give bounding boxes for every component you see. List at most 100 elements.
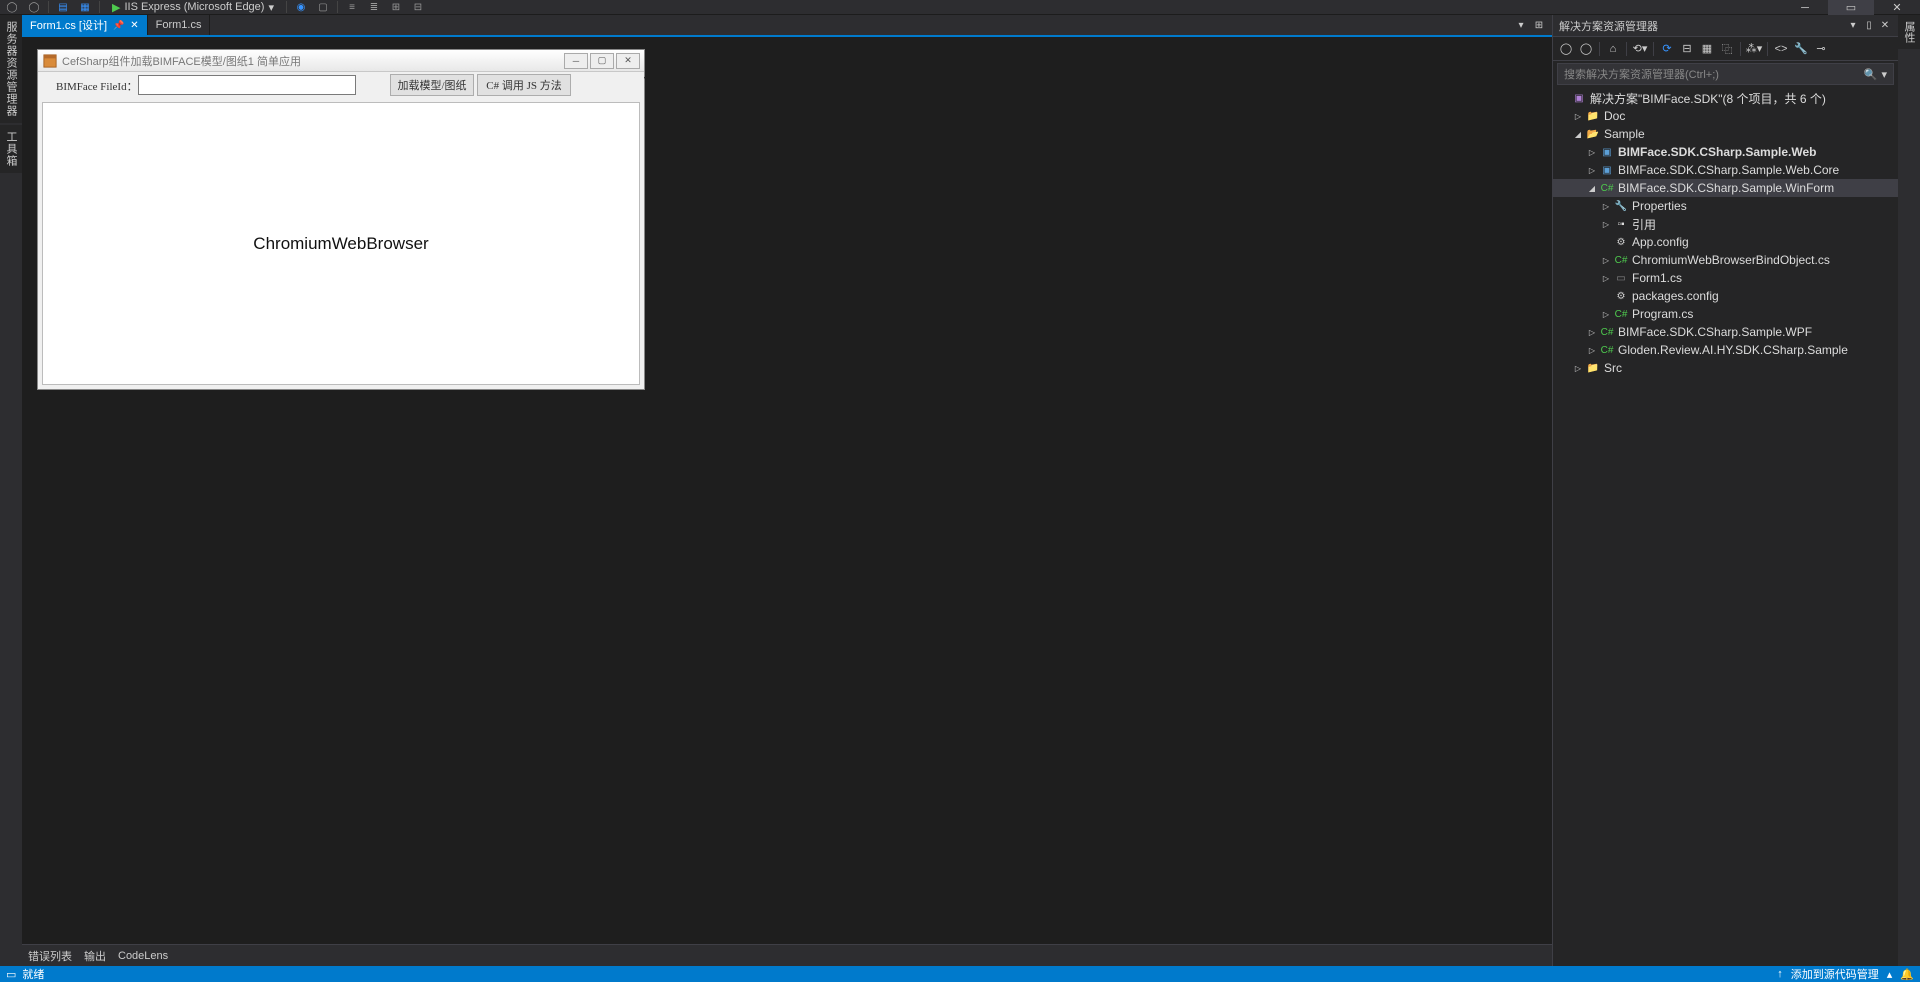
browser-control-area[interactable]: ChromiumWebBrowser <box>42 102 640 385</box>
show-all-icon[interactable]: ▦ <box>1698 40 1716 58</box>
separator <box>1653 42 1654 56</box>
csproj-icon: ▣ <box>1599 163 1615 177</box>
editor-zone: Form1.cs [设计] 📌 ✕ Form1.cs ▾ ⊞ CefSharp组… <box>22 15 1552 966</box>
source-control-up-icon[interactable]: ↑ <box>1777 968 1783 980</box>
load-model-button[interactable]: 加载模型/图纸 <box>390 74 474 96</box>
collapse-icon[interactable]: ⊟ <box>1678 40 1696 58</box>
toolbar-separator <box>337 1 338 13</box>
toolbar-separator <box>99 1 100 13</box>
properties-tab[interactable]: 属性 <box>1898 15 1920 49</box>
main-toolbar[interactable]: ◯ ◯ ▤ ▦ ▶IIS Express (Microsoft Edge) ▾ … <box>0 0 1920 15</box>
tab-form1-design[interactable]: Form1.cs [设计] 📌 ✕ <box>22 15 148 35</box>
search-placeholder: 搜索解决方案资源管理器(Ctrl+;) <box>1564 66 1860 82</box>
call-js-button[interactable]: C# 调用 JS 方法 <box>477 74 571 96</box>
close-tab-icon[interactable]: ✕ <box>130 20 138 31</box>
copy-icon[interactable]: ⿻ <box>1718 40 1736 58</box>
codelens-tab[interactable]: CodeLens <box>118 950 168 962</box>
status-ready-icon: ▭ <box>6 968 16 981</box>
designer-surface[interactable]: CefSharp组件加载BIMFACE模型/图纸1 简单应用 ─ ▢ ✕ ▶ B… <box>22 37 1552 944</box>
project-gloden-node[interactable]: C#Gloden.Review.AI.HY.SDK.CSharp.Sample <box>1553 341 1898 359</box>
save-all-icon[interactable]: ▦ <box>77 0 93 14</box>
sync-icon[interactable]: ⟲▾ <box>1631 40 1649 58</box>
run-target-dropdown[interactable]: ▶IIS Express (Microsoft Edge) ▾ <box>106 1 280 14</box>
form-maximize-button[interactable]: ▢ <box>590 53 614 69</box>
tool-icon[interactable]: ◉ <box>293 0 309 14</box>
bottom-tool-tabs: 错误列表 输出 CodeLens <box>22 944 1552 966</box>
nav-fwd-icon[interactable]: ◯ <box>26 0 42 14</box>
tool-icon[interactable]: ▢ <box>315 0 331 14</box>
program-cs-node[interactable]: C#Program.cs <box>1553 305 1898 323</box>
config-icon: ⚙ <box>1613 235 1629 249</box>
appconfig-node[interactable]: ⚙App.config <box>1553 233 1898 251</box>
error-list-tab[interactable]: 错误列表 <box>28 948 72 964</box>
form-close-button[interactable]: ✕ <box>616 53 640 69</box>
solution-tree[interactable]: ▣解决方案"BIMFace.SDK"(8 个项目，共 6 个) 📁Doc 📂Sa… <box>1553 87 1898 966</box>
form-icon <box>42 53 58 69</box>
folder-sample-node[interactable]: 📂Sample <box>1553 125 1898 143</box>
search-dropdown-icon[interactable]: ▾ <box>1881 68 1887 81</box>
project-sample-web-node[interactable]: ▣BIMFace.SDK.CSharp.Sample.Web <box>1553 143 1898 161</box>
fileid-input[interactable] <box>138 75 356 95</box>
references-node[interactable]: ▫▪引用 <box>1553 215 1898 233</box>
winform-preview[interactable]: CefSharp组件加载BIMFACE模型/图纸1 简单应用 ─ ▢ ✕ ▶ B… <box>37 49 645 390</box>
nav-back-icon[interactable]: ◯ <box>4 0 20 14</box>
label-fileid: BIMFace FileId： <box>56 78 138 94</box>
properties-node[interactable]: 🔧Properties <box>1553 197 1898 215</box>
form1-cs-node[interactable]: ▭Form1.cs <box>1553 269 1898 287</box>
output-tab[interactable]: 输出 <box>84 948 106 964</box>
source-control-dropdown-icon[interactable]: ▴ <box>1887 968 1893 981</box>
pin-icon[interactable]: 📌 <box>113 20 124 31</box>
toggle-icon[interactable]: ⊸ <box>1812 40 1830 58</box>
tab-label: Form1.cs [设计] <box>30 17 107 33</box>
align-icon[interactable]: ≡ <box>344 0 360 14</box>
wrench-icon[interactable]: 🔧 <box>1792 40 1810 58</box>
tab-label: Form1.cs <box>156 19 202 31</box>
code-icon[interactable]: <> <box>1772 40 1790 58</box>
main-area: Form1.cs [设计] 📌 ✕ Form1.cs ▾ ⊞ CefSharp组… <box>22 15 1898 966</box>
csharp-file-icon: C# <box>1613 253 1629 267</box>
tab-form1-cs[interactable]: Form1.cs <box>148 15 211 35</box>
separator <box>1740 42 1741 56</box>
solution-root-node[interactable]: ▣解决方案"BIMFace.SDK"(8 个项目，共 6 个) <box>1553 89 1898 107</box>
tab-bar-controls: ▾ ⊞ <box>1514 15 1552 35</box>
project-sample-wpf-node[interactable]: C#BIMFace.SDK.CSharp.Sample.WPF <box>1553 323 1898 341</box>
solution-explorer-panel: 解决方案资源管理器 ▾ ▯ ✕ ◯ ◯ ⌂ ⟲▾ ⟳ ⊟ ▦ ⿻ ⁂▾ <> 🔧… <box>1552 15 1898 966</box>
csproj-icon: C# <box>1599 343 1615 357</box>
tab-overflow-icon[interactable]: ⊞ <box>1532 20 1546 31</box>
notifications-icon[interactable]: 🔔 <box>1900 968 1914 981</box>
minimize-button[interactable]: ─ <box>1782 0 1828 15</box>
add-to-source-control[interactable]: 添加到源代码管理 <box>1791 966 1879 982</box>
form-minimize-button[interactable]: ─ <box>564 53 588 69</box>
close-button[interactable]: ✕ <box>1874 0 1920 15</box>
folder-doc-node[interactable]: 📁Doc <box>1553 107 1898 125</box>
align-icon[interactable]: ⊞ <box>388 0 404 14</box>
filter-icon[interactable]: ⁂▾ <box>1745 40 1763 58</box>
panel-close-icon[interactable]: ✕ <box>1878 20 1892 31</box>
maximize-button[interactable]: ▭ <box>1828 0 1874 15</box>
server-explorer-tab[interactable]: 服务器资源管理器 <box>0 15 22 123</box>
play-icon: ▶ <box>112 1 120 14</box>
home-icon[interactable]: ⌂ <box>1604 40 1622 58</box>
align-icon[interactable]: ⊟ <box>410 0 426 14</box>
forward-icon[interactable]: ◯ <box>1577 40 1595 58</box>
align-icon[interactable]: ≣ <box>366 0 382 14</box>
back-icon[interactable]: ◯ <box>1557 40 1575 58</box>
toolbox-tab[interactable]: 工具箱 <box>0 125 22 173</box>
project-sample-webcore-node[interactable]: ▣BIMFace.SDK.CSharp.Sample.Web.Core <box>1553 161 1898 179</box>
refresh-icon[interactable]: ⟳ <box>1658 40 1676 58</box>
project-sample-winform-node[interactable]: C#BIMFace.SDK.CSharp.Sample.WinForm <box>1553 179 1898 197</box>
search-icon[interactable]: 🔍 <box>1864 68 1878 81</box>
folder-src-node[interactable]: 📁Src <box>1553 359 1898 377</box>
window-control-buttons: ─ ▭ ✕ <box>1782 0 1920 15</box>
form-client-area[interactable]: BIMFace FileId： 加载模型/图纸 C# 调用 JS 方法 Chro… <box>38 72 644 389</box>
toolbar-separator <box>48 1 49 13</box>
solution-explorer-toolbar: ◯ ◯ ⌂ ⟲▾ ⟳ ⊟ ▦ ⿻ ⁂▾ <> 🔧 ⊸ <box>1553 37 1898 61</box>
save-icon[interactable]: ▤ <box>55 0 71 14</box>
panel-dropdown-icon[interactable]: ▾ <box>1846 20 1860 31</box>
packagesconfig-node[interactable]: ⚙packages.config <box>1553 287 1898 305</box>
tab-dropdown-icon[interactable]: ▾ <box>1514 20 1528 31</box>
bindobject-cs-node[interactable]: C#ChromiumWebBrowserBindObject.cs <box>1553 251 1898 269</box>
panel-pin-icon[interactable]: ▯ <box>1862 20 1876 31</box>
form-titlebar: CefSharp组件加载BIMFACE模型/图纸1 简单应用 ─ ▢ ✕ <box>38 50 644 72</box>
solution-search-box[interactable]: 搜索解决方案资源管理器(Ctrl+;) 🔍 ▾ <box>1557 63 1894 85</box>
